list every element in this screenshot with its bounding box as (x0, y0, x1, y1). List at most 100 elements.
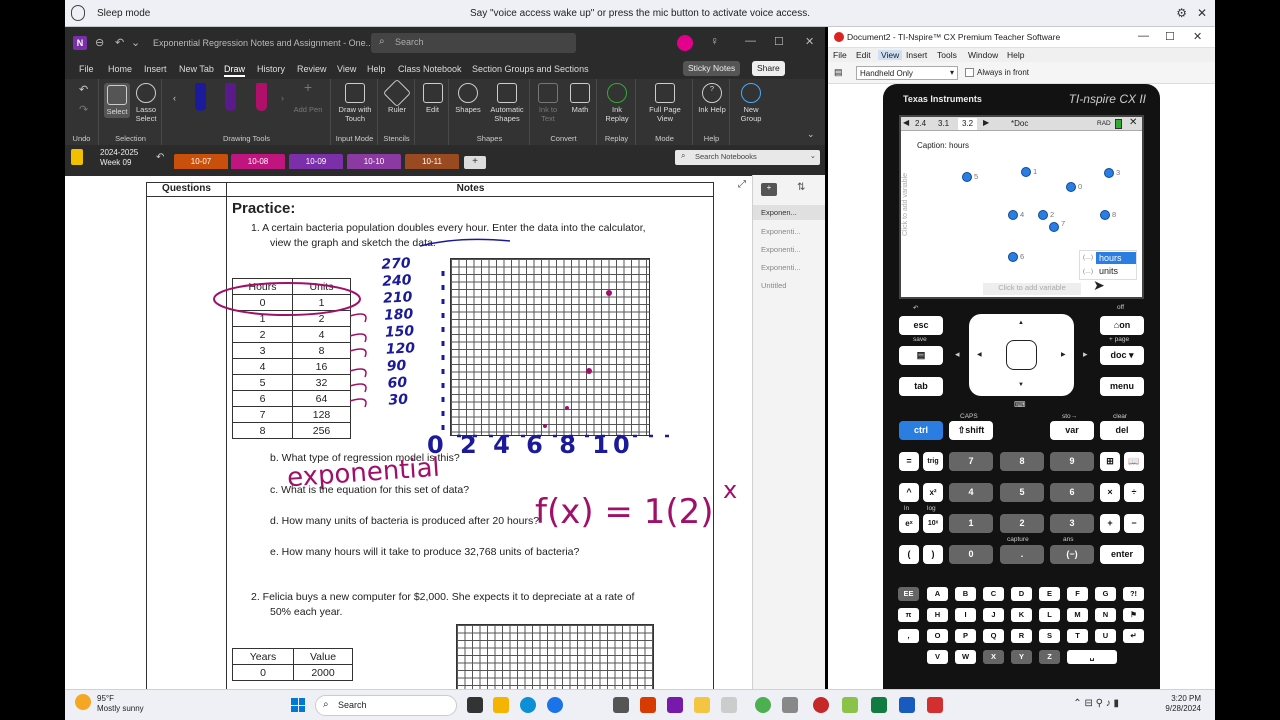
alpha-key[interactable]: ?! (1123, 587, 1144, 601)
equals-key[interactable]: = (899, 452, 919, 471)
layout-icon[interactable]: ▤ (834, 67, 843, 78)
close-button[interactable]: ✕ (1193, 30, 1202, 43)
menu-home[interactable]: Home (108, 64, 132, 74)
page-item[interactable]: Exponenti... (761, 245, 801, 254)
alpha-key[interactable]: X (983, 650, 1004, 664)
close-icon[interactable]: ✕ (1197, 6, 1207, 20)
key-1[interactable]: 1 (949, 514, 993, 533)
page-item[interactable]: Untitled (761, 281, 786, 290)
key-7[interactable]: 7 (949, 452, 993, 471)
up-arrow-icon[interactable]: ▲ (1018, 320, 1024, 326)
key-decimal[interactable]: . (1000, 545, 1044, 564)
select-button[interactable]: Select (104, 83, 130, 118)
doc-key[interactable]: doc ▾ (1100, 346, 1144, 365)
notebook-selector[interactable]: 2024-2025 Week 09 (100, 148, 138, 168)
copilot-icon[interactable] (493, 697, 509, 713)
search-input[interactable]: ⌕ Search (371, 33, 576, 53)
ink-replay-button[interactable]: Ink Replay (601, 83, 633, 123)
pen-magenta[interactable] (256, 83, 267, 111)
weather-icon[interactable] (75, 694, 91, 710)
edge-beta-icon[interactable] (547, 697, 563, 713)
section-tab-5[interactable]: 10-11 (405, 154, 459, 169)
alpha-key[interactable]: D (1011, 587, 1032, 601)
math-button[interactable]: Math (565, 83, 595, 114)
var-option-hours[interactable]: hours (1096, 252, 1136, 264)
excel-icon[interactable] (871, 697, 887, 713)
menu-new-tab[interactable]: New Tab (179, 64, 214, 74)
ruler-button[interactable]: Ruler (381, 78, 413, 114)
start-button[interactable] (291, 698, 305, 712)
key-2[interactable]: 2 (1000, 514, 1044, 533)
exp-key[interactable]: eˣ (899, 514, 919, 533)
ink-help-button[interactable]: ? Ink Help (697, 83, 727, 114)
gear-icon[interactable]: ⚙ (1176, 6, 1187, 20)
menu-file[interactable]: File (833, 50, 847, 60)
menu-key[interactable]: menu (1100, 377, 1144, 396)
automatic-shapes-button[interactable]: Automatic Shapes (486, 83, 528, 123)
on-key[interactable]: ⌂on (1100, 316, 1144, 335)
weather-widget[interactable]: 95°F Mostly sunny (97, 694, 144, 714)
scroll-left-icon[interactable]: ‹ (173, 93, 176, 103)
snipping-tool-icon[interactable] (613, 697, 629, 713)
alpha-key[interactable]: T (1067, 629, 1088, 643)
menu-view[interactable]: View (878, 50, 903, 60)
pen-purple[interactable] (225, 83, 236, 111)
alpha-key[interactable]: ↵ (1123, 629, 1144, 643)
pen-blue[interactable] (195, 83, 206, 111)
tab-key[interactable]: tab (899, 377, 943, 396)
close-button[interactable]: ✕ (805, 35, 814, 48)
powerpoint-icon[interactable] (640, 697, 656, 713)
var-option-units[interactable]: units (1099, 266, 1118, 276)
alpha-key[interactable]: , (898, 629, 919, 643)
menu-view[interactable]: View (337, 64, 356, 74)
section-tab-4[interactable]: 10-10 (347, 154, 401, 169)
alpha-key[interactable]: S (1039, 629, 1060, 643)
del-key[interactable]: del (1100, 421, 1144, 440)
redo-icon[interactable]: ↷ (79, 103, 88, 116)
app-icon[interactable] (842, 697, 858, 713)
close-paren-key[interactable]: ) (923, 545, 943, 564)
multiply-key[interactable]: × (1100, 483, 1120, 502)
app-icon[interactable] (782, 697, 798, 713)
add-variable-vertical[interactable]: Click to add variable (902, 173, 909, 236)
ink-to-text-button[interactable]: Ink to Text (533, 83, 563, 123)
alpha-key[interactable]: M (1067, 608, 1088, 622)
menu-edit[interactable]: Edit (856, 50, 871, 60)
touchpad[interactable]: ▲ ▼ ◀ ▶ (969, 314, 1074, 396)
maximize-button[interactable]: ☐ (774, 35, 784, 48)
left-arrow-icon[interactable]: ◀ (977, 351, 982, 358)
alpha-key[interactable]: R (1011, 629, 1032, 643)
scratchpad-key[interactable]: ▤ (899, 346, 943, 365)
ten-power-key[interactable]: 10ˣ (923, 514, 943, 533)
acrobat-icon[interactable] (927, 697, 943, 713)
page-canvas[interactable]: Questions Notes ⤢ Practice: 1. A certain… (65, 175, 752, 689)
alpha-key[interactable]: L (1039, 608, 1060, 622)
enter-key[interactable]: enter (1100, 545, 1144, 564)
alpha-key[interactable]: N (1095, 608, 1116, 622)
click-key[interactable] (1006, 340, 1037, 370)
shift-key[interactable]: ⇧shift (949, 421, 993, 440)
page-item[interactable]: Exponen... (753, 205, 825, 220)
menu-insert[interactable]: Insert (144, 64, 167, 74)
alpha-key[interactable]: F (1067, 587, 1088, 601)
key-9[interactable]: 9 (1050, 452, 1094, 471)
alpha-key[interactable]: J (983, 608, 1004, 622)
lasso-select-button[interactable]: Lasso Select (132, 83, 160, 123)
esc-key[interactable]: esc (899, 316, 943, 335)
alpha-key[interactable]: I (955, 608, 976, 622)
space-key[interactable]: ␣ (1067, 650, 1117, 664)
menu-help[interactable]: Help (1007, 50, 1024, 60)
search-notebooks-input[interactable]: ⌕ Search Notebooks ⌄ (675, 150, 820, 165)
tab-left-icon[interactable]: ◀ (903, 118, 909, 127)
onenote-icon[interactable] (667, 697, 683, 713)
alpha-key[interactable]: V (927, 650, 948, 664)
edit-button[interactable]: Edit (418, 83, 447, 114)
minimize-button[interactable]: — (1138, 30, 1149, 42)
taskbar-clock[interactable]: 3:20 PM 9/28/2024 (1165, 694, 1201, 714)
edge-icon[interactable] (520, 697, 536, 713)
add-section-button[interactable]: + (464, 156, 486, 169)
menu-draw[interactable]: Draw (224, 64, 246, 77)
menu-section-groups[interactable]: Section Groups and Sections (472, 64, 589, 74)
word-icon[interactable] (899, 697, 915, 713)
record-indicator[interactable] (677, 35, 693, 51)
